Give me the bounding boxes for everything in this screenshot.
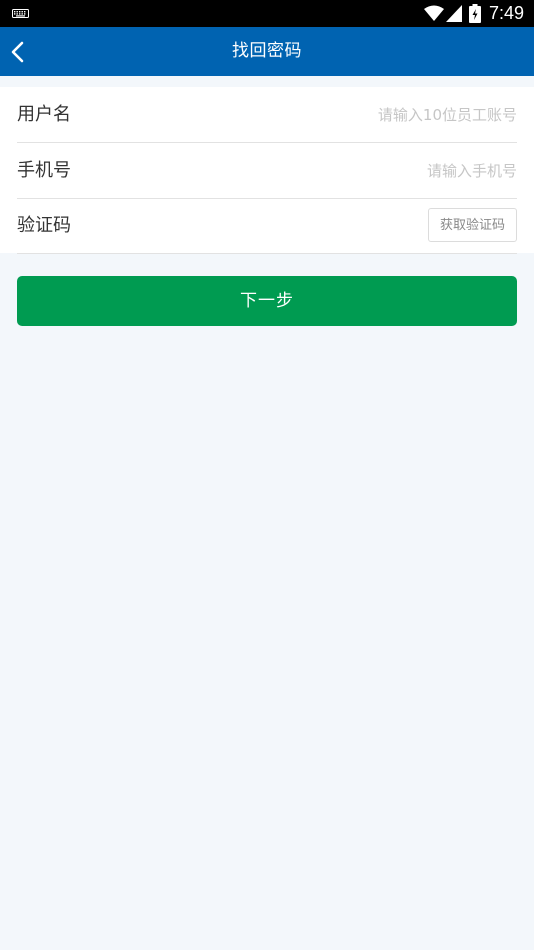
phone-label: 手机号 — [17, 160, 71, 181]
username-label: 用户名 — [17, 104, 71, 125]
page-title: 找回密码 — [232, 41, 302, 61]
phone-row: 手机号 — [17, 143, 517, 199]
battery-icon — [469, 4, 481, 23]
status-bar: 7:49 — [0, 0, 534, 27]
verification-row: 验证码 获取验证码 — [17, 198, 517, 254]
app-bar: 找回密码 — [0, 27, 534, 76]
signal-icon — [446, 5, 462, 22]
get-code-button[interactable]: 获取验证码 — [428, 208, 517, 242]
reset-password-form: 用户名 手机号 验证码 获取验证码 — [0, 87, 534, 254]
verification-code-input[interactable] — [127, 212, 407, 240]
next-step-button[interactable]: 下一步 — [17, 276, 517, 326]
username-input[interactable] — [197, 101, 517, 129]
phone-input[interactable] — [197, 157, 517, 185]
keyboard-icon — [12, 9, 29, 18]
status-time: 7:49 — [488, 3, 524, 23]
wifi-icon — [424, 5, 444, 21]
username-row: 用户名 — [17, 87, 517, 143]
verification-label: 验证码 — [17, 215, 71, 236]
